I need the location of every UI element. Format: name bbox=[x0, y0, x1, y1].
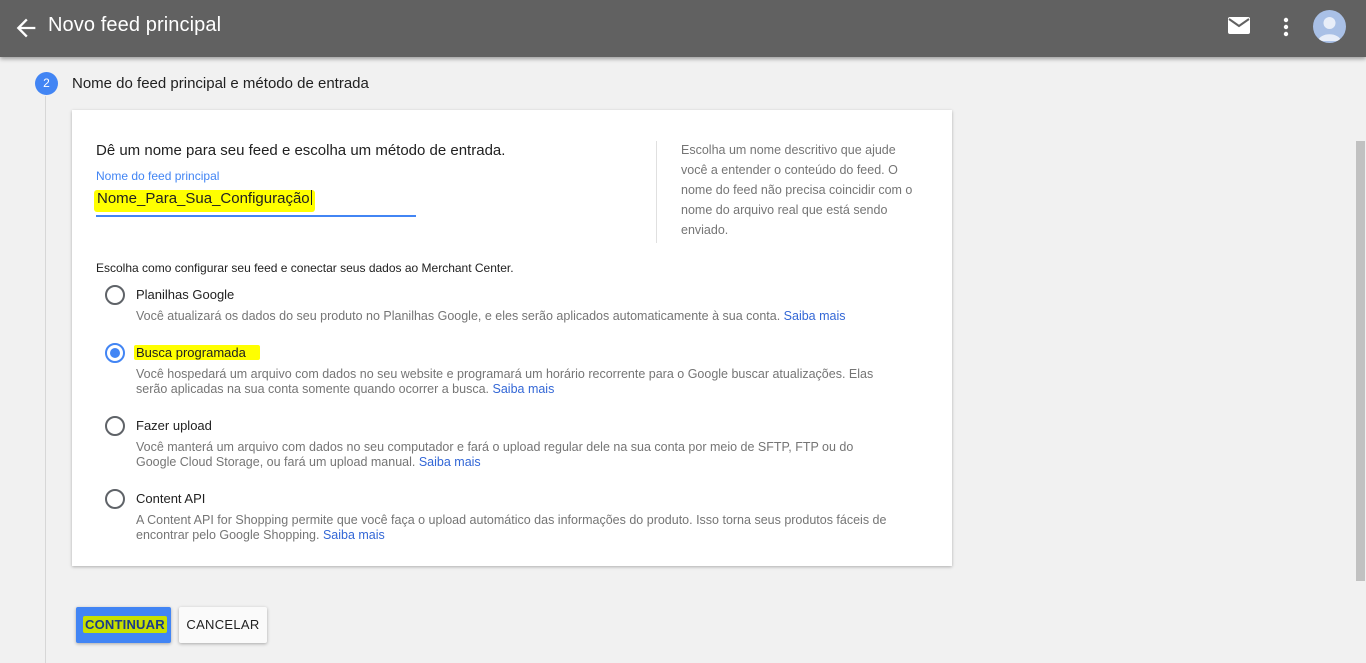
learn-more-link[interactable]: Saiba mais bbox=[323, 528, 385, 542]
option-description-text: Você manterá um arquivo com dados no seu… bbox=[136, 440, 854, 469]
account-avatar-icon bbox=[1318, 17, 1341, 41]
page-title: Novo feed principal bbox=[48, 14, 222, 36]
option-title: Busca programada bbox=[134, 345, 260, 360]
learn-more-link[interactable]: Saiba mais bbox=[784, 309, 846, 323]
feed-form-card: Dê um nome para seu feed e escolha um mé… bbox=[72, 110, 952, 566]
more-vert-icon bbox=[1283, 17, 1289, 37]
step-title: Nome do feed principal e método de entra… bbox=[72, 75, 369, 92]
feed-name-label: Nome do feed principal bbox=[96, 169, 220, 183]
feed-name-underline bbox=[96, 215, 416, 217]
app-bar: Novo feed principal bbox=[0, 0, 1366, 57]
mail-icon bbox=[1228, 17, 1250, 34]
learn-more-link[interactable]: Saiba mais bbox=[493, 382, 555, 396]
method-prompt: Escolha como configurar seu feed e conec… bbox=[96, 261, 514, 275]
text-cursor bbox=[310, 190, 312, 205]
stepper-line bbox=[45, 96, 46, 663]
more-options-button[interactable] bbox=[1276, 15, 1296, 39]
step-number-badge: 2 bbox=[35, 72, 58, 95]
learn-more-link[interactable]: Saiba mais bbox=[419, 455, 481, 469]
option-description: A Content API for Shopping permite que v… bbox=[136, 513, 896, 543]
feed-name-value: Nome_Para_Sua_Configuração bbox=[97, 190, 310, 207]
continue-button-label: CONTINUAR bbox=[83, 616, 167, 633]
form-intro-text: Dê um nome para seu feed e escolha um mé… bbox=[96, 142, 506, 159]
radio-scheduled-fetch[interactable] bbox=[105, 343, 125, 363]
radio-content-api[interactable] bbox=[105, 489, 125, 509]
option-description-text: A Content API for Shopping permite que v… bbox=[136, 513, 887, 542]
continue-button[interactable]: CONTINUAR bbox=[76, 607, 171, 643]
arrow-left-icon bbox=[16, 18, 36, 38]
radio-google-sheets[interactable] bbox=[105, 285, 125, 305]
feed-name-help-text: Escolha um nome descritivo que ajude voc… bbox=[681, 143, 913, 237]
option-description: Você hospedará um arquivo com dados no s… bbox=[136, 367, 896, 397]
back-button[interactable] bbox=[12, 14, 40, 42]
cancel-button[interactable]: CANCELAR bbox=[179, 607, 267, 643]
option-description: Você manterá um arquivo com dados no seu… bbox=[136, 440, 896, 470]
option-title: Fazer upload bbox=[136, 418, 212, 433]
option-description: Você atualizará os dados do seu produto … bbox=[136, 309, 896, 324]
vertical-divider bbox=[656, 141, 657, 243]
option-description-text: Você atualizará os dados do seu produto … bbox=[136, 309, 781, 323]
option-title: Content API bbox=[136, 491, 206, 506]
mail-button[interactable] bbox=[1227, 16, 1251, 36]
feed-name-input[interactable]: Nome_Para_Sua_Configuração bbox=[94, 190, 315, 212]
avatar[interactable] bbox=[1313, 10, 1346, 43]
radio-upload[interactable] bbox=[105, 416, 125, 436]
scrollbar-thumb[interactable] bbox=[1356, 141, 1365, 581]
option-title: Planilhas Google bbox=[136, 287, 235, 302]
